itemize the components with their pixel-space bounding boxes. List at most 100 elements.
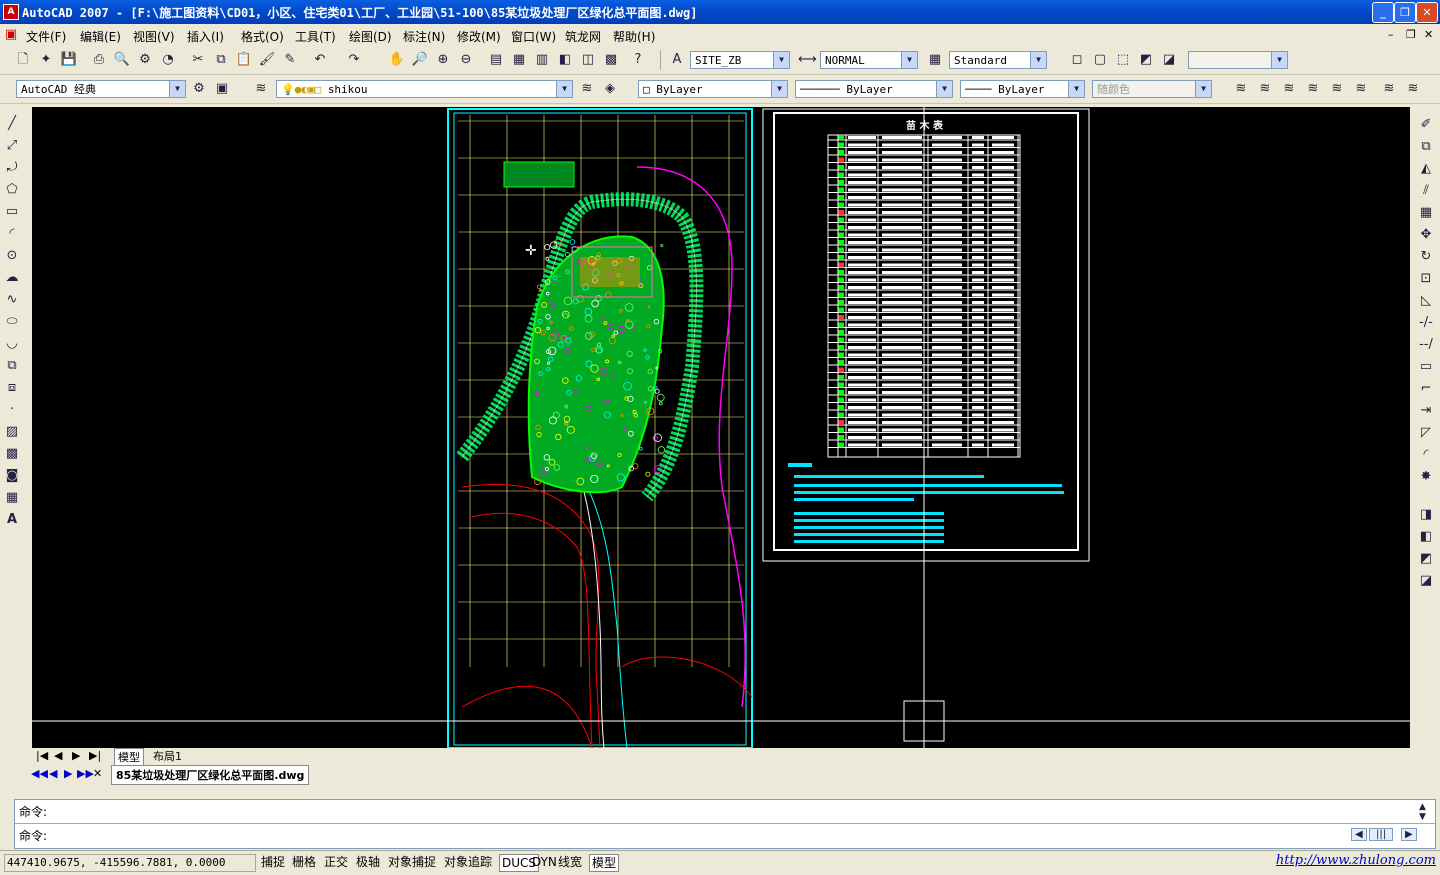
color-combo[interactable]: □ ByLayer ▼ — [638, 80, 788, 98]
otrack-toggle[interactable]: 对象追踪 — [444, 854, 492, 870]
hatch-icon[interactable]: ▨ — [3, 423, 21, 441]
menu-window[interactable]: 窗口(W) — [511, 28, 556, 45]
zoom-window-icon[interactable]: ⊕ — [434, 51, 452, 69]
doc-close-icon[interactable]: ✕ — [1424, 28, 1433, 41]
doc-last-icon[interactable]: ▶▶ — [77, 767, 94, 780]
dropdown-arrow-icon[interactable]: ▼ — [556, 81, 572, 97]
menu-zhulong[interactable]: 筑龙网 — [565, 28, 601, 45]
array-icon[interactable]: ▦ — [1417, 204, 1435, 222]
snap-toggle[interactable]: 捕捉 — [261, 854, 285, 870]
doc-restore-icon[interactable]: ❐ — [1406, 28, 1416, 41]
gradient-icon[interactable]: ▩ — [3, 445, 21, 463]
command-window[interactable]: 命令: 命令: ▲ ▼ ◀ ||| ▶ — [14, 799, 1436, 849]
layer-tool-1-icon[interactable]: ≋ — [1232, 80, 1250, 98]
table-style-combo[interactable]: Standard ▼ — [949, 51, 1047, 69]
menu-help[interactable]: 帮助(H) — [613, 28, 655, 45]
make-block-icon[interactable]: ⧈ — [3, 379, 21, 397]
copy-object-icon[interactable]: ⧉ — [1417, 138, 1435, 156]
draw-order-under-icon[interactable]: ◪ — [1417, 572, 1435, 590]
drawing-canvas[interactable]: ✛ 苗 木 表 — [32, 107, 1410, 748]
doc-next-icon[interactable]: ▶ — [64, 767, 72, 780]
preview-icon[interactable]: 🔍 — [113, 51, 131, 69]
explode-icon[interactable]: ✸ — [1417, 468, 1435, 486]
qnew-icon[interactable]: ✦ — [37, 51, 55, 69]
erase-icon[interactable]: ✐ — [1417, 116, 1435, 134]
osnap-toggle[interactable]: 对象捕捉 — [388, 854, 436, 870]
ellipse-icon[interactable]: ⬭ — [3, 313, 21, 331]
layer-tool-2-icon[interactable]: ≋ — [1256, 80, 1274, 98]
properties-icon[interactable]: ▤ — [487, 51, 505, 69]
menu-file[interactable]: 文件(F) — [26, 28, 66, 45]
menu-draw[interactable]: 绘图(D) — [349, 28, 392, 45]
zoom-realtime-icon[interactable]: 🔎 — [411, 51, 429, 69]
viewport-scale-combo[interactable]: ▼ — [1188, 51, 1288, 69]
layer-tool-6-icon[interactable]: ≋ — [1352, 80, 1370, 98]
break-point-icon[interactable]: ▭ — [1417, 358, 1435, 376]
point-icon[interactable]: · — [3, 401, 21, 419]
dropdown-arrow-icon[interactable]: ▼ — [1068, 81, 1084, 97]
chamfer-icon[interactable]: ◸ — [1417, 424, 1435, 442]
draw-order-front-icon[interactable]: ◨ — [1417, 506, 1435, 524]
layer-combo[interactable]: 💡●◐▣□ shikou ▼ — [276, 80, 573, 98]
table-style-icon[interactable]: ▦ — [926, 51, 944, 69]
menu-insert[interactable]: 插入(I) — [187, 28, 224, 45]
publish-icon[interactable]: ⚙ — [136, 51, 154, 69]
dropdown-arrow-icon[interactable]: ▼ — [1271, 52, 1287, 68]
dropdown-arrow-icon[interactable]: ▼ — [773, 52, 789, 68]
dim-style-icon[interactable]: ⟷ — [798, 51, 817, 69]
polyline-icon[interactable]: ⤾ — [3, 159, 21, 177]
rotate-icon[interactable]: ↻ — [1417, 248, 1435, 266]
next-tab-icon[interactable]: ▶ — [72, 749, 80, 762]
dropdown-arrow-icon[interactable]: ▼ — [1195, 81, 1211, 97]
line-icon[interactable]: ╱ — [3, 115, 21, 133]
pan-icon[interactable]: ✋ — [388, 51, 406, 69]
menu-format[interactable]: 格式(O) — [241, 28, 284, 45]
tab-layout1[interactable]: 布局1 — [150, 748, 185, 764]
layer-tool-5-icon[interactable]: ≋ — [1328, 80, 1346, 98]
new-icon[interactable]: 🗋 — [14, 51, 32, 69]
table-icon[interactable]: ▦ — [3, 489, 21, 507]
doc-first-icon[interactable]: ◀◀ — [31, 767, 48, 780]
tab-model[interactable]: 模型 — [114, 748, 144, 766]
my-workspace-icon[interactable]: ▣ — [213, 80, 231, 98]
doc-minimize-icon[interactable]: – — [1388, 28, 1394, 41]
close-icon[interactable]: ✕ — [1416, 2, 1438, 23]
dropdown-arrow-icon[interactable]: ▼ — [936, 81, 952, 97]
scroll-right-icon[interactable]: ▶ — [1401, 828, 1417, 841]
scroll-down-icon[interactable]: ▼ — [1419, 812, 1426, 822]
first-tab-icon[interactable]: |◀ — [36, 749, 48, 762]
undo-icon[interactable]: ↶ — [311, 51, 329, 69]
ortho-toggle[interactable]: 正交 — [324, 854, 348, 870]
trim-icon[interactable]: -/- — [1417, 314, 1435, 332]
join-icon[interactable]: ⇥ — [1417, 402, 1435, 420]
document-tab[interactable]: 85某垃圾处理厂区绿化总平面图.dwg — [111, 765, 310, 785]
ellipse-arc-icon[interactable]: ◡ — [3, 335, 21, 353]
region-icon[interactable]: ◙ — [3, 467, 21, 485]
move-icon[interactable]: ✥ — [1417, 226, 1435, 244]
scroll-thumb[interactable]: ||| — [1369, 828, 1394, 841]
extend-icon[interactable]: --/ — [1417, 336, 1435, 354]
dim-style-combo[interactable]: NORMAL ▼ — [820, 51, 918, 69]
spline-icon[interactable]: ∿ — [3, 291, 21, 309]
paste-icon[interactable]: 📋 — [235, 51, 253, 69]
lineweight-combo[interactable]: ──── ByLayer ▼ — [960, 80, 1085, 98]
print-icon[interactable]: ⎙ — [90, 51, 108, 69]
etransmit-icon[interactable]: ◔ — [159, 51, 177, 69]
scroll-up-icon[interactable]: ▲ — [1419, 802, 1426, 812]
cut-icon[interactable]: ✂ — [189, 51, 207, 69]
viewport-object-icon[interactable]: ◩ — [1137, 51, 1155, 69]
menu-view[interactable]: 视图(V) — [133, 28, 175, 45]
save-icon[interactable]: 💾 — [60, 51, 78, 69]
fillet-icon[interactable]: ◜ — [1417, 446, 1435, 464]
plotstyle-combo[interactable]: 随颜色 ▼ — [1092, 80, 1212, 98]
website-link[interactable]: http://www.zhulong.com — [1276, 853, 1436, 868]
linetype-combo[interactable]: ────── ByLayer ▼ — [795, 80, 953, 98]
layer-manager-icon[interactable]: ≋ — [252, 80, 270, 98]
doc-close-tab-icon[interactable]: ✕ — [93, 767, 102, 780]
toolpalettes-icon[interactable]: ▥ — [533, 51, 551, 69]
minimize-icon[interactable]: _ — [1372, 2, 1394, 23]
text-style-icon[interactable]: A — [668, 51, 686, 69]
copy-icon[interactable]: ⧉ — [212, 51, 230, 69]
offset-icon[interactable]: ⫽ — [1417, 182, 1435, 200]
dropdown-arrow-icon[interactable]: ▼ — [901, 52, 917, 68]
